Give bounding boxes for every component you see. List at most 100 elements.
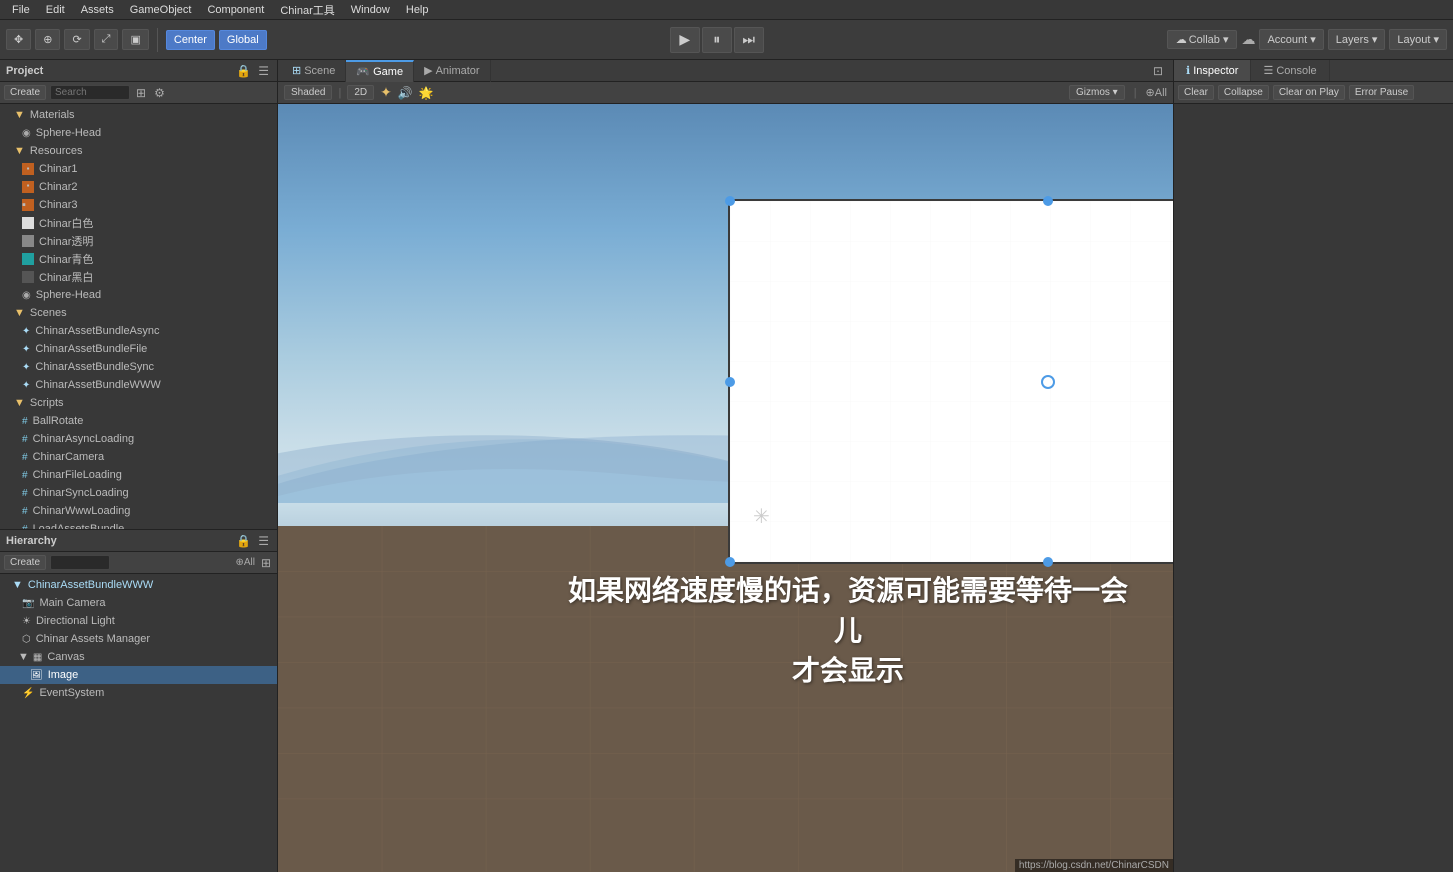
hierarchy-sort-icon[interactable]: ⊞ bbox=[259, 556, 273, 570]
menu-component[interactable]: Component bbox=[199, 2, 272, 18]
inspector-errorpause-btn[interactable]: Error Pause bbox=[1349, 85, 1414, 100]
tree-item-chinar1[interactable]: ▪ Chinar1 bbox=[0, 160, 277, 178]
chinese-text-line2: 才会显示 bbox=[558, 649, 1138, 689]
collab-button[interactable]: ☁ Collab ▾ bbox=[1167, 30, 1238, 49]
tree-item-scenes[interactable]: ▼ Scenes bbox=[0, 304, 277, 322]
tree-item-spherehead1[interactable]: ◉ Sphere-Head bbox=[0, 124, 277, 142]
tree-item-spherehead2[interactable]: ◉ Sphere-Head bbox=[0, 286, 277, 304]
menu-chinar[interactable]: Chinar工具 bbox=[272, 0, 342, 20]
tree-item-scene-www[interactable]: ✦ ChinarAssetBundleWWW bbox=[0, 376, 277, 394]
tool-hand[interactable]: ✥ bbox=[6, 29, 31, 50]
folder-icon-scenes: ▼ bbox=[14, 307, 25, 319]
tree-item-chinar3[interactable]: ▪ Chinar3 bbox=[0, 196, 277, 214]
project-panel: Project 🔒 ☰ Create ⊞ ⚙ ▼ Materials bbox=[0, 60, 277, 530]
tab-animator[interactable]: ▶ Animator bbox=[414, 60, 491, 82]
sphere-head-icon1: ◉ bbox=[22, 128, 31, 139]
project-icon-view-btn[interactable]: ⊞ bbox=[134, 86, 148, 100]
main-layout: Project 🔒 ☰ Create ⊞ ⚙ ▼ Materials bbox=[0, 60, 1453, 872]
tree-item-syncloading[interactable]: # ChinarSyncLoading bbox=[0, 484, 277, 502]
playmode-controls: ▶ ⏸ ⏭ bbox=[271, 27, 1163, 53]
project-lock-icon[interactable]: 🔒 bbox=[234, 64, 253, 78]
hierarchy-item-eventsystem[interactable]: ⚡ EventSystem bbox=[0, 684, 277, 702]
tree-item-scene-sync[interactable]: ✦ ChinarAssetBundleSync bbox=[0, 358, 277, 376]
menu-gameobject[interactable]: GameObject bbox=[122, 2, 200, 18]
play-button[interactable]: ▶ bbox=[670, 27, 700, 53]
hierarchy-menu-icon[interactable]: ☰ bbox=[256, 534, 271, 548]
pause-button[interactable]: ⏸ bbox=[702, 27, 732, 53]
tree-item-asyncloading[interactable]: # ChinarAsyncLoading bbox=[0, 430, 277, 448]
project-search-input[interactable] bbox=[50, 85, 130, 100]
handle-ml[interactable] bbox=[725, 377, 735, 387]
project-create-btn[interactable]: Create bbox=[4, 85, 46, 100]
menu-help[interactable]: Help bbox=[398, 2, 437, 18]
tree-item-ballrotate[interactable]: # BallRotate bbox=[0, 412, 277, 430]
project-menu-icon[interactable]: ☰ bbox=[256, 64, 271, 78]
tree-label: Materials bbox=[30, 109, 75, 121]
toolbar: ✥ ⊕ ⟳ ⤢ ▣ Center Global ▶ ⏸ ⏭ ☁ Collab ▾… bbox=[0, 20, 1453, 60]
hierarchy-item-canvas[interactable]: ▼ ▦ Canvas bbox=[0, 648, 277, 666]
step-button[interactable]: ⏭ bbox=[734, 27, 764, 53]
scene-toolbar: Shaded | 2D ✦ 🔊 🌟 Gizmos ▾ | ⊕All bbox=[278, 82, 1173, 104]
handle-bl[interactable] bbox=[725, 557, 735, 567]
shading-dropdown[interactable]: Shaded bbox=[284, 85, 332, 100]
tree-item-fileloading[interactable]: # ChinarFileLoading bbox=[0, 466, 277, 484]
menu-file[interactable]: File bbox=[4, 2, 38, 18]
menu-assets[interactable]: Assets bbox=[73, 2, 122, 18]
tree-item-chinar-bw[interactable]: Chinar黑白 bbox=[0, 268, 277, 286]
hierarchy-create-btn[interactable]: Create bbox=[4, 555, 46, 570]
tree-item-scripts[interactable]: ▼ Scripts bbox=[0, 394, 277, 412]
game-view-panel[interactable] bbox=[728, 199, 1173, 564]
tree-item-camera[interactable]: # ChinarCamera bbox=[0, 448, 277, 466]
account-dropdown[interactable]: Account ▾ bbox=[1259, 29, 1323, 50]
right-panel: ℹ Inspector ☰ Console Clear Collapse Cle… bbox=[1173, 60, 1453, 872]
pivot-global-btn[interactable]: Global bbox=[219, 30, 267, 50]
tool-move[interactable]: ⊕ bbox=[35, 29, 60, 50]
handle-bm[interactable] bbox=[1043, 557, 1053, 567]
menu-edit[interactable]: Edit bbox=[38, 2, 73, 18]
tree-item-chinar-white[interactable]: Chinar白色 bbox=[0, 214, 277, 232]
tool-rotate[interactable]: ⟳ bbox=[64, 29, 89, 50]
hierarchy-item-image[interactable]: 🖼 Image bbox=[0, 666, 277, 684]
project-options-btn[interactable]: ⚙ bbox=[152, 86, 167, 100]
tab-game[interactable]: 🎮 Game bbox=[346, 60, 414, 82]
menu-window[interactable]: Window bbox=[343, 2, 398, 18]
layout-dropdown[interactable]: Layout ▾ bbox=[1389, 29, 1447, 50]
layers-dropdown[interactable]: Layers ▾ bbox=[1328, 29, 1386, 50]
eventsystem-icon: ⚡ bbox=[22, 688, 34, 699]
handle-tl[interactable] bbox=[725, 196, 735, 206]
tab-console[interactable]: ☰ Console bbox=[1251, 60, 1329, 81]
inspector-clearonplay-btn[interactable]: Clear on Play bbox=[1273, 85, 1345, 100]
script-icon-async: # bbox=[22, 434, 28, 445]
tree-item-chinar2[interactable]: ▪ Chinar2 bbox=[0, 178, 277, 196]
canvas-icon: ▦ bbox=[33, 652, 42, 663]
hierarchy-item-maincamera[interactable]: 📷 Main Camera bbox=[0, 594, 277, 612]
handle-tm[interactable] bbox=[1043, 196, 1053, 206]
tree-item-materials[interactable]: ▼ Materials bbox=[0, 106, 277, 124]
tool-scale[interactable]: ⤢ bbox=[94, 29, 119, 50]
tree-item-resources[interactable]: ▼ Resources bbox=[0, 142, 277, 160]
hierarchy-lock-icon[interactable]: 🔒 bbox=[234, 534, 253, 548]
tab-scene[interactable]: ⊞ Scene bbox=[282, 60, 346, 82]
tree-item-chinar-cyan[interactable]: Chinar青色 bbox=[0, 250, 277, 268]
right-panel-tabs: ℹ Inspector ☰ Console bbox=[1174, 60, 1453, 82]
gizmos-btn[interactable]: Gizmos ▾ bbox=[1069, 85, 1125, 100]
tree-item-chinar-transparent[interactable]: Chinar透明 bbox=[0, 232, 277, 250]
tool-rect[interactable]: ▣ bbox=[122, 29, 148, 50]
hierarchy-search-input[interactable] bbox=[50, 555, 110, 570]
inspector-clear-btn[interactable]: Clear bbox=[1178, 85, 1214, 100]
mode-2d-btn[interactable]: 2D bbox=[347, 85, 374, 100]
image-icon: 🖼 bbox=[30, 670, 43, 681]
tree-item-wwwloading[interactable]: # ChinarWwwLoading bbox=[0, 502, 277, 520]
tree-item-scene-async[interactable]: ✦ ChinarAssetBundleAsync bbox=[0, 322, 277, 340]
hierarchy-item-dirlight[interactable]: ☀ Directional Light bbox=[0, 612, 277, 630]
scene-panel-close[interactable]: ⊡ bbox=[1151, 64, 1165, 78]
tree-item-loadassets[interactable]: # LoadAssetsBundle bbox=[0, 520, 277, 529]
hierarchy-item-chinarmanager[interactable]: ⬡ Chinar Assets Manager bbox=[0, 630, 277, 648]
tree-item-scene-file[interactable]: ✦ ChinarAssetBundleFile bbox=[0, 340, 277, 358]
inspector-collapse-btn[interactable]: Collapse bbox=[1218, 85, 1269, 100]
tab-inspector[interactable]: ℹ Inspector bbox=[1174, 60, 1251, 81]
all-label: ⊕All bbox=[1146, 86, 1167, 99]
scene-view[interactable]: ✳ 如果网络速度慢的话，资源可能需要等待一会儿 才会显示 https://blo… bbox=[278, 104, 1173, 872]
pivot-center-btn[interactable]: Center bbox=[166, 30, 215, 50]
hierarchy-scene-root[interactable]: ▼ ChinarAssetBundleWWW bbox=[0, 576, 277, 594]
